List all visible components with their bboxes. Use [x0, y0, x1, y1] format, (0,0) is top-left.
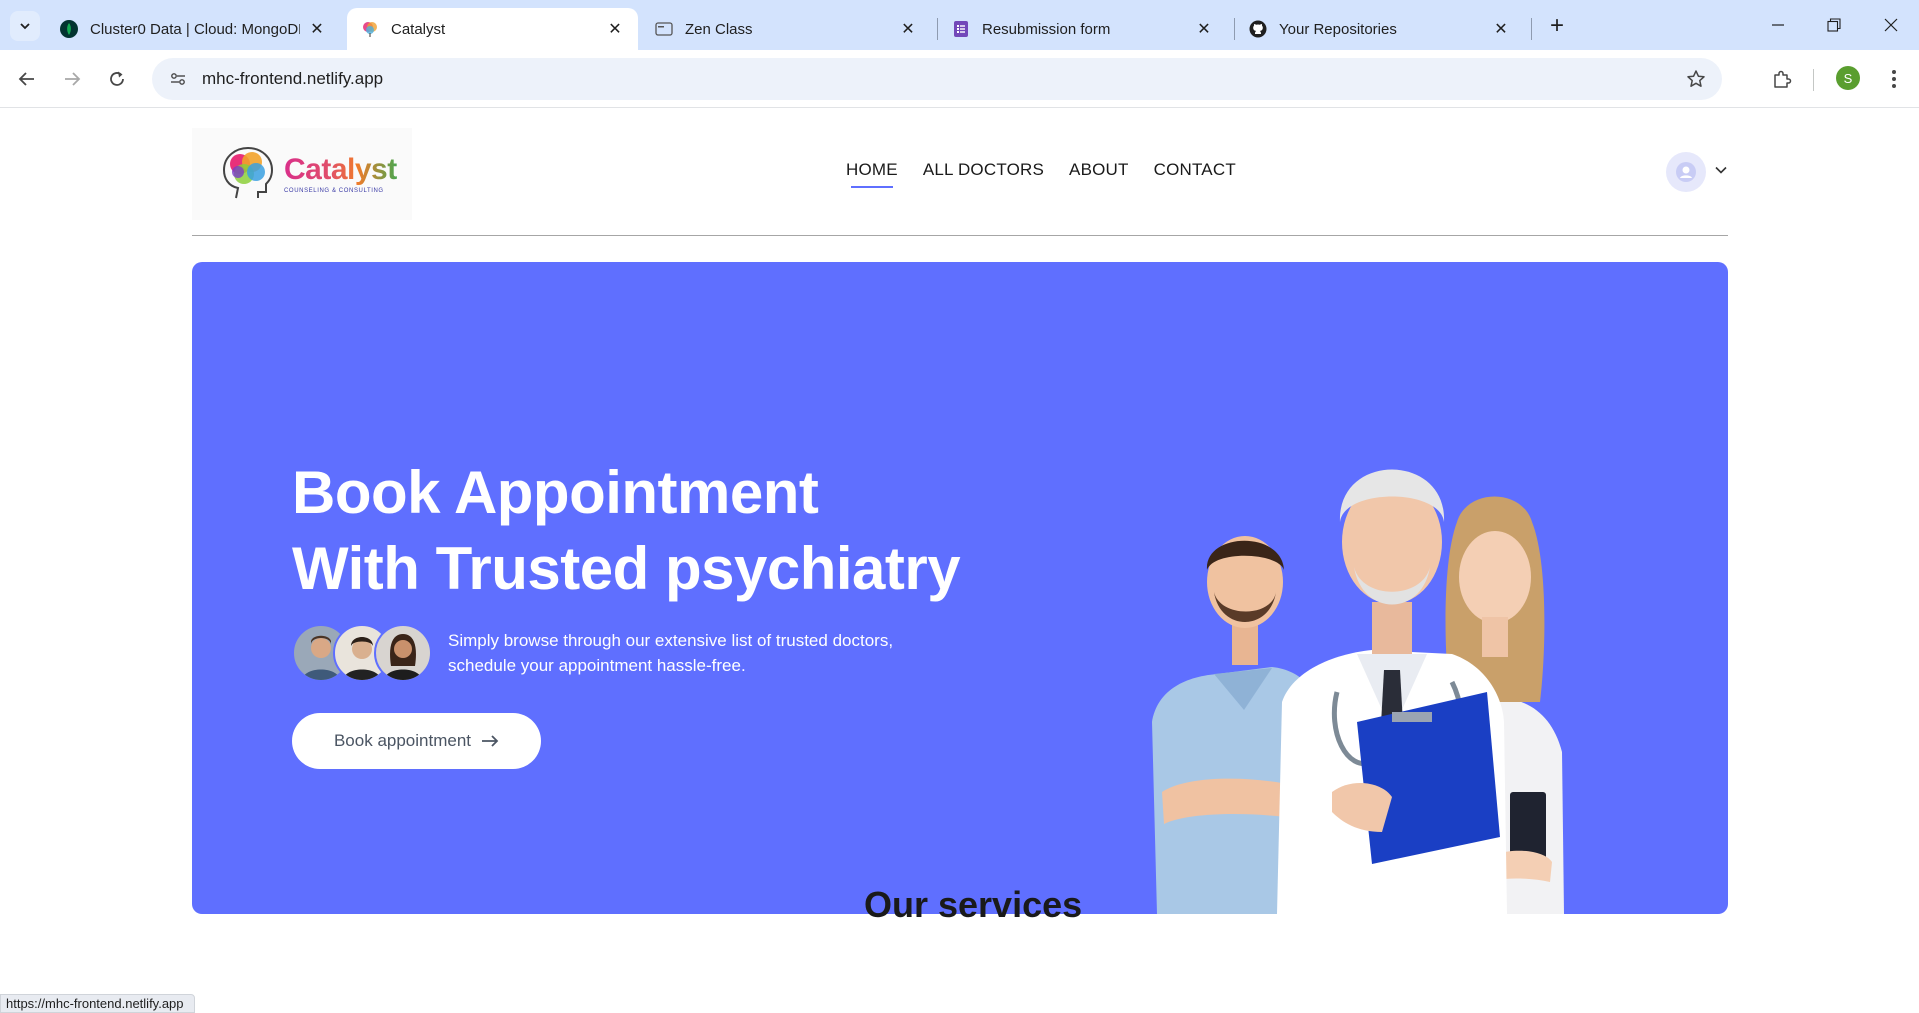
- restore-icon[interactable]: [1814, 8, 1854, 42]
- tab-title: Your Repositories: [1279, 20, 1397, 38]
- arrow-right-icon: [481, 734, 499, 748]
- browser-toolbar: mhc-frontend.netlify.app S: [0, 50, 1919, 108]
- services-heading: Our services: [864, 884, 1083, 925]
- zen-class-icon: [655, 20, 673, 38]
- brain-head-logo-icon: [222, 146, 274, 199]
- site-header: Catalyst COUNSELING & CONSULTING HOME AL…: [192, 108, 1728, 236]
- mongodb-leaf-icon: [60, 20, 78, 38]
- forward-arrow-icon[interactable]: [56, 63, 88, 95]
- chevron-down-icon[interactable]: [1713, 162, 1729, 178]
- github-icon: [1249, 20, 1267, 38]
- tab-close-icon[interactable]: ✕: [1492, 20, 1510, 38]
- user-profile-icon: [1676, 162, 1696, 182]
- doctors-group-image: [1152, 469, 1564, 914]
- tab-title: Cluster0 Data | Cloud: MongoDB: [90, 20, 300, 38]
- nav-all-doctors[interactable]: ALL DOCTORS: [923, 160, 1044, 188]
- link-status-bar: https://mhc-frontend.netlify.app: [0, 994, 195, 1013]
- catalyst-brain-icon: [361, 20, 379, 38]
- bookmark-star-icon[interactable]: [1686, 69, 1706, 94]
- main-navigation: HOME ALL DOCTORS ABOUT CONTACT: [846, 160, 1236, 188]
- address-bar[interactable]: mhc-frontend.netlify.app: [152, 58, 1722, 100]
- tab-close-icon[interactable]: ✕: [308, 20, 326, 38]
- hero-profiles-group: Simply browse through our extensive list…: [292, 624, 918, 682]
- reload-icon[interactable]: [101, 63, 133, 95]
- google-forms-icon: [952, 20, 970, 38]
- doctor-avatar: [374, 624, 432, 682]
- back-arrow-icon[interactable]: [11, 63, 43, 95]
- hero-title-line-1: Book Appointment: [292, 459, 819, 526]
- tab-title: Zen Class: [685, 20, 753, 38]
- hero-banner: Book Appointment With Trusted psychiatry…: [192, 262, 1728, 914]
- logo-tagline: COUNSELING & CONSULTING: [284, 188, 384, 194]
- doctor-avatars: [292, 624, 432, 682]
- extensions-puzzle-icon[interactable]: [1766, 63, 1798, 95]
- more-menu-icon[interactable]: [1878, 63, 1910, 95]
- tab-mongodb[interactable]: Cluster0 Data | Cloud: MongoDB ✕: [46, 8, 340, 50]
- tab-catalyst[interactable]: Catalyst ✕: [347, 8, 638, 50]
- tab-resubmission-form[interactable]: Resubmission form ✕: [938, 8, 1227, 50]
- tab-zen-class[interactable]: Zen Class ✕: [641, 8, 931, 50]
- url-text: mhc-frontend.netlify.app: [202, 69, 384, 88]
- book-appointment-label: Book appointment: [333, 731, 472, 750]
- tab-title: Catalyst: [391, 20, 446, 38]
- hero-description: Simply browse through our extensive list…: [448, 631, 894, 675]
- tab-close-icon[interactable]: ✕: [606, 20, 624, 38]
- tab-title: Resubmission form: [982, 20, 1111, 38]
- nav-contact[interactable]: CONTACT: [1154, 160, 1236, 188]
- site-settings-icon[interactable]: [158, 70, 198, 88]
- toolbar-separator: [1813, 69, 1814, 91]
- book-appointment-button[interactable]: Book appointment: [292, 713, 541, 769]
- new-tab-plus-icon[interactable]: +: [1543, 12, 1571, 40]
- hero-title-line-2: With Trusted psychiatry: [292, 535, 961, 602]
- user-avatar[interactable]: [1666, 152, 1706, 192]
- tab-close-icon[interactable]: ✕: [899, 20, 917, 38]
- close-window-icon[interactable]: [1871, 8, 1911, 42]
- logo-name: Catalyst: [284, 153, 397, 186]
- nav-about[interactable]: ABOUT: [1069, 160, 1129, 188]
- site-logo[interactable]: Catalyst COUNSELING & CONSULTING: [192, 128, 412, 220]
- page-viewport: Catalyst COUNSELING & CONSULTING HOME AL…: [0, 108, 1919, 1013]
- profile-avatar[interactable]: S: [1836, 66, 1860, 90]
- tab-your-repositories[interactable]: Your Repositories ✕: [1235, 8, 1524, 50]
- tab-search-chevron-icon[interactable]: [10, 11, 40, 41]
- nav-home[interactable]: HOME: [846, 160, 898, 188]
- hero-title: Book Appointment With Trusted psychiatry: [292, 455, 961, 607]
- minimize-icon[interactable]: [1758, 8, 1798, 42]
- tab-separator: [1531, 18, 1532, 40]
- browser-tab-bar: Cluster0 Data | Cloud: MongoDB ✕ Catalys…: [0, 0, 1919, 50]
- tab-close-icon[interactable]: ✕: [1195, 20, 1213, 38]
